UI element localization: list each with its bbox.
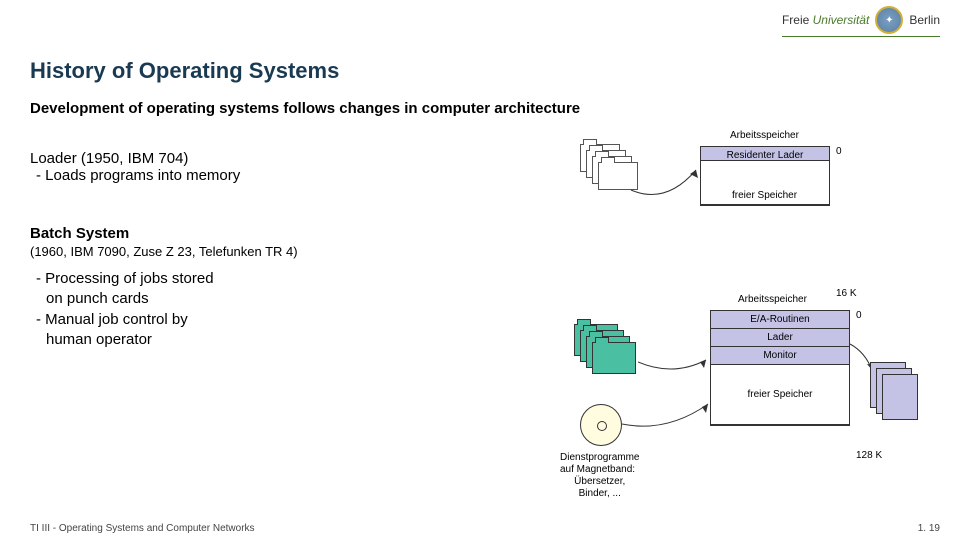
footer-right: 1. 19 — [918, 523, 940, 534]
batch-bullet-2b: human operator — [36, 330, 298, 350]
batch-subheading: (1960, IBM 7090, Zuse Z 23, Telefunken T… — [30, 244, 298, 259]
memory2-row-lader: Lader — [711, 329, 849, 347]
memory2-mark-0: 0 — [856, 310, 862, 321]
batch-bullet-1b: on punch cards — [36, 289, 298, 309]
university-seal-icon: ✦ — [875, 6, 903, 34]
arrow-icon — [638, 352, 718, 382]
memory-title-label: Arbeitsspeicher — [730, 130, 799, 141]
arrow-icon — [626, 160, 706, 200]
university-logo: Freie Universität ✦ Berlin — [782, 6, 940, 37]
batch-bullet-2a: - Manual job control by — [36, 310, 298, 330]
memory-mark-0: 0 — [836, 146, 842, 157]
tape-icon — [580, 404, 622, 446]
tape-label-line4: Binder, ... — [560, 488, 639, 500]
loader-heading: Loader (1950, IBM 704) — [30, 150, 240, 167]
tape-label-line1: Dienstprogramme — [560, 452, 639, 464]
page-title: History of Operating Systems — [30, 58, 339, 84]
tape-label-line2: auf Magnetband: — [560, 464, 639, 476]
university-prefix: Freie — [782, 13, 813, 27]
footer-left: TI III - Operating Systems and Computer … — [30, 523, 255, 534]
section-loader: Loader (1950, IBM 704) - Loads programs … — [30, 150, 240, 184]
university-suffix: Berlin — [909, 13, 940, 27]
diagram-batch: Dienstprogramme auf Magnetband: Übersetz… — [560, 282, 920, 492]
university-accent: Universität — [813, 13, 870, 27]
loader-bullet-1: - Loads programs into memory — [36, 167, 240, 184]
footer: TI III - Operating Systems and Computer … — [30, 523, 940, 534]
memory2-row-ea: E/A-Routinen — [711, 311, 849, 329]
memory2-box: E/A-Routinen Lader Monitor freier Speich… — [710, 310, 850, 426]
memory-free-label: freier Speicher — [732, 190, 797, 201]
section-batch: Batch System (1960, IBM 7090, Zuse Z 23,… — [30, 225, 298, 350]
diagram-loader: Arbeitsspeicher Residenter Lader 0 freie… — [580, 138, 880, 238]
tape-label-line3: Übersetzer, — [560, 476, 639, 488]
arrow-icon — [622, 398, 718, 438]
batch-heading: Batch System — [30, 225, 298, 242]
batch-bullets: - Processing of jobs stored on punch car… — [36, 269, 298, 350]
page-subtitle: Development of operating systems follows… — [30, 100, 580, 117]
batch-bullet-1a: - Processing of jobs stored — [36, 269, 298, 289]
tape-label: Dienstprogramme auf Magnetband: Übersetz… — [560, 452, 639, 500]
university-name: Freie Universität — [782, 13, 869, 27]
memory2-row-monitor: Monitor — [711, 347, 849, 365]
memory2-mark-128k: 128 K — [856, 450, 882, 461]
memory-row-loader: Residenter Lader — [701, 147, 829, 161]
memory2-row-free: freier Speicher — [711, 365, 849, 425]
memory2-title-label: Arbeitsspeicher — [738, 294, 807, 305]
